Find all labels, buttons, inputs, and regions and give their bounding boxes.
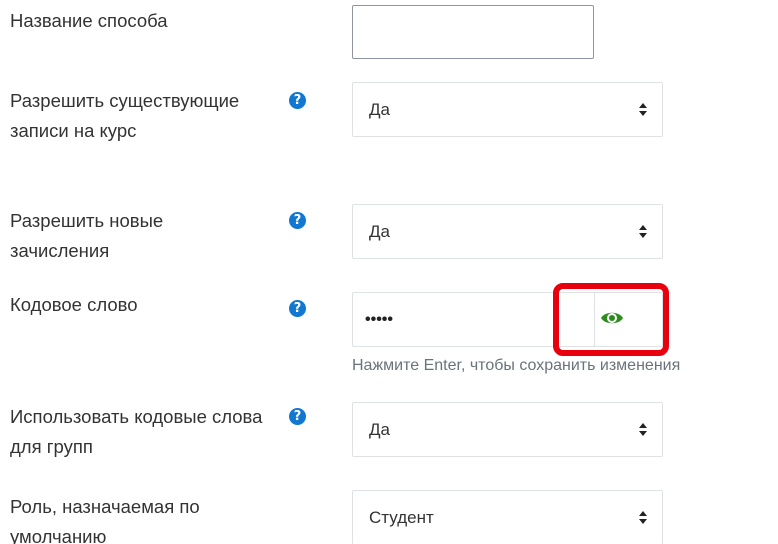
question-circle-icon[interactable]: ? [289, 408, 306, 425]
allow-new-label: Разрешить новые зачисления [10, 210, 164, 261]
enrolment-key-input[interactable]: ••••• [365, 293, 393, 346]
select-caret-icon [638, 422, 648, 438]
default-role-select[interactable]: Студент [352, 490, 663, 544]
default-role-value: Студент [369, 508, 434, 527]
allow-existing-value: Да [369, 100, 390, 119]
select-caret-icon [638, 510, 648, 526]
allow-existing-select[interactable]: Да [352, 82, 663, 137]
select-caret-icon [638, 224, 648, 240]
allow-new-value: Да [369, 222, 390, 241]
group-keys-select[interactable]: Да [352, 402, 663, 457]
method-name-label: Название способа [10, 10, 168, 31]
question-circle-icon[interactable]: ? [289, 92, 306, 109]
group-keys-value: Да [369, 420, 390, 439]
select-caret-icon [638, 102, 648, 118]
allow-new-select[interactable]: Да [352, 204, 663, 259]
question-circle-icon[interactable]: ? [289, 212, 306, 229]
question-circle-icon[interactable]: ? [289, 300, 306, 317]
enrolment-settings-form: Название способа Разрешить существующие … [0, 0, 778, 544]
allow-existing-label: Разрешить существующие записи на курс [10, 90, 240, 141]
group-keys-label: Использовать кодовые слова для групп [10, 406, 263, 457]
reveal-highlight-box [553, 283, 669, 356]
method-name-input[interactable] [352, 5, 594, 59]
enrolment-key-hint: Нажмите Enter, чтобы сохранить изменения [352, 357, 681, 374]
enrolment-key-label: Кодовое слово [10, 294, 138, 315]
default-role-label: Роль, назначаемая по умолчанию [10, 496, 200, 544]
